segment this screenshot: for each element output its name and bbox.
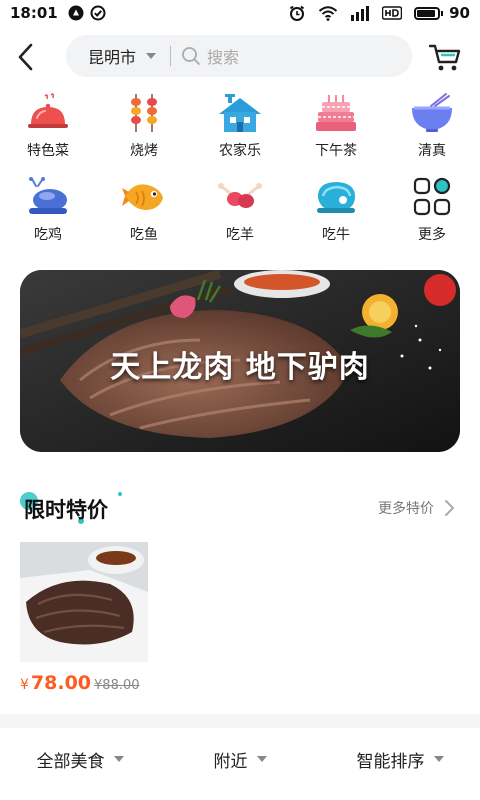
promo-banner[interactable]: 天上龙肉 地下驴肉: [20, 270, 460, 452]
currency-symbol: ¥: [20, 677, 29, 693]
farmhouse-icon: [217, 92, 263, 134]
more-deals-link[interactable]: 更多特价: [378, 498, 456, 518]
category-halal[interactable]: 清真: [384, 92, 480, 164]
cart-button[interactable]: [426, 40, 464, 74]
steak-icon: [313, 176, 359, 218]
check-circle-icon: [90, 5, 106, 21]
city-selector[interactable]: 昆明市: [88, 44, 136, 68]
bowl-icon: [409, 92, 455, 134]
original-price: ¥88.00: [94, 678, 140, 693]
cloche-icon: [25, 92, 71, 134]
category-farmhouse[interactable]: 农家乐: [192, 92, 288, 164]
cart-icon: [428, 44, 461, 71]
price-row: ¥ 78.00 ¥88.00: [20, 672, 148, 694]
category-label: 烧烤: [130, 143, 158, 159]
caret-down-icon: [256, 756, 267, 762]
battery-icon: [414, 6, 444, 20]
category-fish[interactable]: 吃鱼: [96, 176, 192, 248]
product-image: [20, 542, 148, 662]
caret-down-icon: [433, 756, 444, 762]
battery-level: 90: [449, 4, 470, 22]
category-label: 吃鱼: [130, 227, 158, 243]
filter-sort[interactable]: 智能排序: [320, 747, 480, 772]
section-title-flash-sale: 限时特价: [24, 498, 108, 522]
more-deals-label: 更多特价: [378, 501, 434, 517]
banner-headline: 天上龙肉 地下驴肉: [110, 350, 370, 385]
filter-nearby[interactable]: 附近: [160, 747, 320, 772]
chevron-left-icon: [18, 43, 33, 71]
grid-more-icon: [409, 176, 455, 218]
category-lamb[interactable]: 吃羊: [192, 176, 288, 248]
filter-label: 附近: [213, 751, 248, 772]
category-label: 更多: [418, 227, 446, 243]
caret-down-icon: [113, 756, 124, 762]
category-label: 吃牛: [322, 227, 350, 243]
search-bar[interactable]: 昆明市 搜索: [66, 35, 412, 77]
section-divider: [0, 714, 480, 728]
category-chicken[interactable]: 吃鸡: [0, 176, 96, 248]
filter-label: 智能排序: [356, 751, 425, 772]
notification-icon: [68, 5, 84, 21]
search-divider: [170, 46, 172, 66]
skewer-icon: [121, 92, 167, 134]
category-label: 农家乐: [219, 143, 261, 159]
hd-icon: [382, 5, 403, 21]
wifi-icon: [318, 5, 338, 21]
category-grid: 特色菜 烧烤 农家乐 下午茶 清真 吃鸡 吃鱼 吃羊 吃牛 更多: [0, 92, 480, 252]
category-more[interactable]: 更多: [384, 176, 480, 248]
sale-price: 78.00: [30, 672, 92, 694]
decorative-dot: [118, 492, 122, 496]
filter-all-food[interactable]: 全部美食: [0, 747, 160, 772]
category-label: 吃鸡: [34, 227, 62, 243]
category-label: 吃羊: [226, 227, 254, 243]
category-bbq[interactable]: 烧烤: [96, 92, 192, 164]
alarm-icon: [288, 4, 306, 22]
category-beef[interactable]: 吃牛: [288, 176, 384, 248]
signal-icon: [350, 5, 370, 21]
caret-down-icon: [146, 53, 157, 59]
chevron-right-icon: [445, 500, 455, 516]
category-label: 特色菜: [27, 143, 69, 159]
cake-icon: [313, 92, 359, 134]
search-icon: [182, 47, 200, 65]
chicken-icon: [25, 176, 71, 218]
search-input[interactable]: 搜索: [207, 44, 239, 68]
filter-bar: 全部美食 附近 智能排序: [0, 728, 480, 790]
category-specialty[interactable]: 特色菜: [0, 92, 96, 164]
category-afternoon-tea[interactable]: 下午茶: [288, 92, 384, 164]
category-label: 下午茶: [315, 143, 357, 159]
header: 昆明市 搜索: [0, 30, 480, 84]
status-time: 18:01: [10, 4, 58, 22]
lamb-chop-icon: [217, 176, 263, 218]
category-label: 清真: [418, 143, 446, 159]
product-card[interactable]: ¥ 78.00 ¥88.00: [20, 542, 148, 694]
back-button[interactable]: [0, 30, 52, 84]
fish-icon: [121, 176, 167, 218]
status-bar: 18:01 90: [0, 0, 480, 26]
filter-label: 全部美食: [36, 751, 105, 772]
